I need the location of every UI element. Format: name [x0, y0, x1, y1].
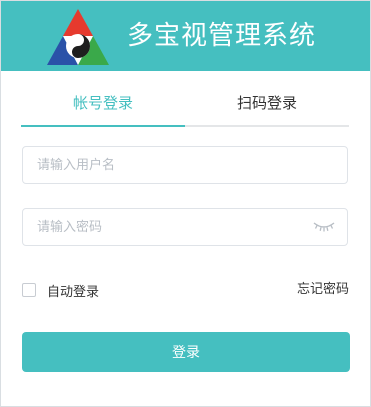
username-field — [22, 146, 348, 184]
header-bar: 多宝视管理系统 — [1, 1, 370, 71]
eye-closed-icon[interactable] — [313, 221, 335, 233]
triangle-logo-icon — [47, 9, 109, 65]
forgot-password-link[interactable]: 忘记密码 — [297, 281, 349, 299]
username-input[interactable] — [37, 147, 307, 183]
password-input[interactable] — [37, 209, 307, 245]
auto-login-label: 自动登录 — [47, 284, 100, 300]
active-tab-indicator — [21, 125, 185, 127]
tab-qrcode-login[interactable]: 扫码登录 — [185, 83, 349, 125]
password-field — [22, 208, 348, 246]
tab-account-login[interactable]: 帐号登录 — [21, 83, 185, 125]
auto-login-checkbox[interactable] — [22, 283, 36, 297]
auto-login-option[interactable]: 自动登录 — [22, 281, 100, 300]
login-tabs: 帐号登录 扫码登录 — [21, 83, 349, 127]
login-button[interactable]: 登录 — [22, 332, 350, 372]
app-title: 多宝视管理系统 — [127, 21, 317, 51]
login-panel: 多宝视管理系统 帐号登录 扫码登录 自动登录 忘记密码 登录 — [0, 0, 371, 407]
